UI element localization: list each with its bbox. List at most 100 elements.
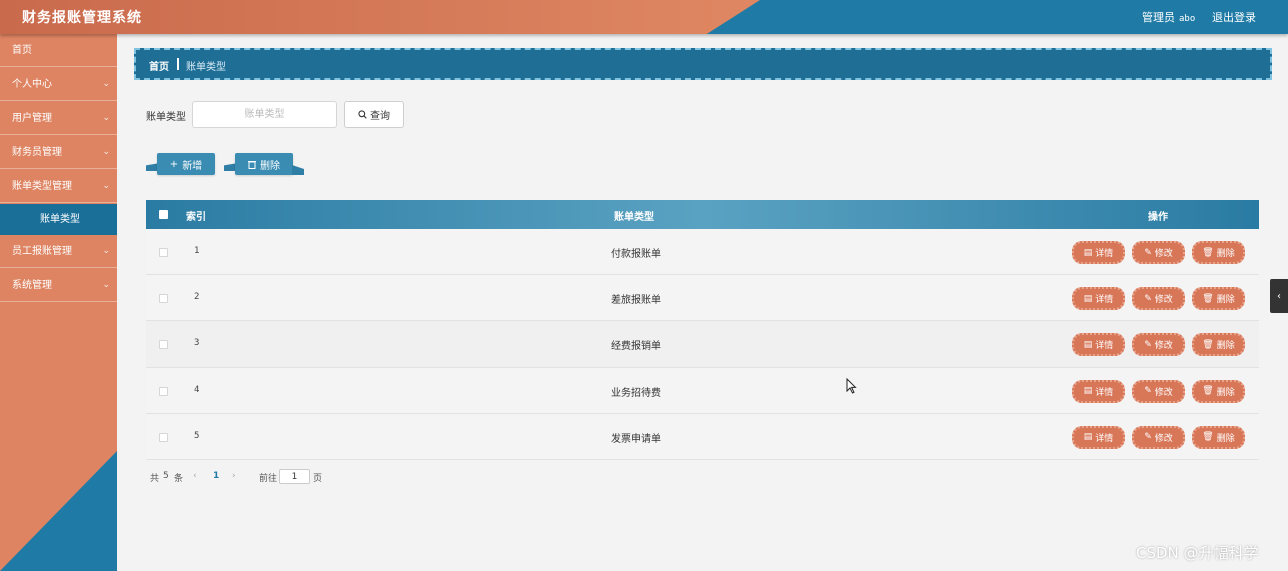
delete-button-wrap: 删除 [224,153,304,177]
sidebar-corner-decoration [0,451,117,571]
edit-button[interactable]: ✎ 修改 [1132,379,1185,403]
delete-button[interactable]: 🗑 删除 [1192,425,1245,449]
app-title: 财务报账管理系统 [22,10,142,26]
sidebar-item-label: 账单类型管理 [12,181,72,192]
trash-icon: 🗑 [1202,432,1214,443]
delete-label: 删除 [1216,341,1235,352]
detail-button[interactable]: ▤ 详情 [1072,287,1125,311]
detail-button[interactable]: ▤ 详情 [1072,425,1125,449]
user-name: abo [1179,14,1196,24]
row-checkbox[interactable] [159,340,168,350]
table-row: 5 发票申请单 ▤ 详情 ✎ 修改 🗑 删除 [146,413,1259,460]
current-page[interactable]: 1 [213,471,219,481]
edit-button[interactable]: ✎ 修改 [1132,241,1185,264]
sidebar-subitem-bill-type[interactable]: 账单类型 [0,204,117,235]
logout-link[interactable]: 退出登录 [1212,9,1256,25]
breadcrumb-separator [177,58,179,70]
detail-button[interactable]: ▤ 详情 [1072,379,1125,403]
sidebar-item-finance-staff[interactable]: 财务员管理 ⌄ [0,136,117,169]
sidebar-item-employee-reports[interactable]: 员工报账管理 ⌄ [0,235,117,268]
edit-button[interactable]: ✎ 修改 [1132,425,1185,449]
row-bill-type: 差旅报账单 [611,295,661,307]
edit-button[interactable]: ✎ 修改 [1132,333,1185,357]
goto-page-input[interactable] [279,469,310,484]
batch-delete-button[interactable]: 删除 [235,153,293,175]
row-bill-type: 业务招待费 [611,387,661,399]
add-button-label: 新增 [182,160,203,172]
delete-label: 删除 [1216,295,1235,306]
detail-label: 详情 [1095,387,1114,398]
trash-icon: 🗑 [1202,247,1214,258]
document-icon: ▤ [1083,339,1093,350]
chevron-down-icon: ⌄ [102,246,110,256]
sidebar-item-system[interactable]: 系统管理 ⌄ [0,269,117,302]
collapse-handle[interactable]: ‹ [1270,279,1288,313]
row-checkbox[interactable] [159,432,168,442]
search-icon [358,110,367,119]
current-user: 管理员 abo [1142,9,1195,25]
column-header-index: 索引 [186,212,206,223]
row-checkbox[interactable] [159,248,168,257]
mouse-pointer-icon [846,378,857,394]
delete-label: 删除 [1216,387,1235,398]
edit-button[interactable]: ✎ 修改 [1132,287,1185,311]
sidebar-item-label: 首页 [12,45,32,56]
delete-button[interactable]: 🗑 删除 [1192,333,1245,357]
row-index: 3 [194,338,200,349]
table-row: 3 经费报销单 ▤ 详情 ✎ 修改 🗑 删除 [146,321,1259,368]
bill-type-search-input[interactable] [192,101,337,128]
goto-prefix: 前往 [259,474,278,484]
table-row: 2 差旅报账单 ▤ 详情 ✎ 修改 🗑 删除 [146,275,1259,322]
delete-label: 删除 [1216,249,1235,259]
sidebar-item-label: 用户管理 [12,113,52,124]
delete-label: 删除 [1216,433,1235,444]
row-bill-type: 发票申请单 [611,433,661,445]
table-row: 1 付款报账单 ▤ 详情 ✎ 修改 🗑 删除 [146,229,1259,276]
table-header: 索引 账单类型 操作 [146,200,1259,229]
detail-label: 详情 [1095,341,1114,352]
pencil-icon: ✎ [1144,293,1152,304]
sidebar-item-bill-types[interactable]: 账单类型管理 ⌄ [0,170,117,203]
edit-label: 修改 [1154,249,1173,259]
detail-button[interactable]: ▤ 详情 [1072,241,1125,264]
edit-label: 修改 [1154,387,1173,398]
chevron-left-icon: ‹ [1277,290,1281,302]
chevron-down-icon: ⌄ [102,280,110,290]
chevron-down-icon: ⌄ [102,147,110,157]
user-role: 管理员 [1142,11,1175,24]
document-icon: ▤ [1083,432,1093,443]
detail-button[interactable]: ▤ 详情 [1072,333,1125,357]
detail-label: 详情 [1095,249,1114,259]
sidebar-item-users[interactable]: 用户管理 ⌄ [0,102,117,135]
row-checkbox[interactable] [159,386,168,396]
sidebar: 首页 个人中心 ⌄ 用户管理 ⌄ 财务员管理 ⌄ 账单类型管理 ⌄ 账单类型 员… [0,34,117,571]
breadcrumb-home[interactable]: 首页 [149,58,169,73]
pencil-icon: ✎ [1144,386,1152,397]
sidebar-item-label: 财务员管理 [12,147,62,158]
delete-button[interactable]: 🗑 删除 [1192,241,1245,264]
pencil-icon: ✎ [1144,247,1152,258]
search-button[interactable]: 查询 [344,101,404,128]
prev-page-icon[interactable]: ‹ [193,471,197,481]
breadcrumb-current: 账单类型 [186,62,226,73]
add-button-wrap: + 新增 [146,153,228,177]
column-header-ops: 操作 [1148,212,1168,223]
chevron-down-icon: ⌄ [102,181,110,191]
delete-button[interactable]: 🗑 删除 [1192,287,1245,311]
row-index: 5 [194,430,200,441]
row-checkbox[interactable] [159,294,168,304]
top-header: 财务报账管理系统 管理员 abo 退出登录 [0,0,1288,34]
sidebar-item-profile[interactable]: 个人中心 ⌄ [0,68,117,101]
row-index: 2 [194,292,200,303]
document-icon: ▤ [1083,386,1093,397]
next-page-icon[interactable]: › [232,471,236,481]
add-button[interactable]: + 新增 [157,153,215,175]
edit-label: 修改 [1154,433,1173,444]
pencil-icon: ✎ [1144,339,1152,350]
row-bill-type: 付款报账单 [611,249,661,260]
select-all-checkbox[interactable] [159,210,168,219]
delete-button-ribbon-tail [292,165,304,175]
delete-button[interactable]: 🗑 删除 [1192,379,1245,403]
goto-suffix: 页 [313,474,323,484]
sidebar-item-home[interactable]: 首页 [0,34,117,67]
